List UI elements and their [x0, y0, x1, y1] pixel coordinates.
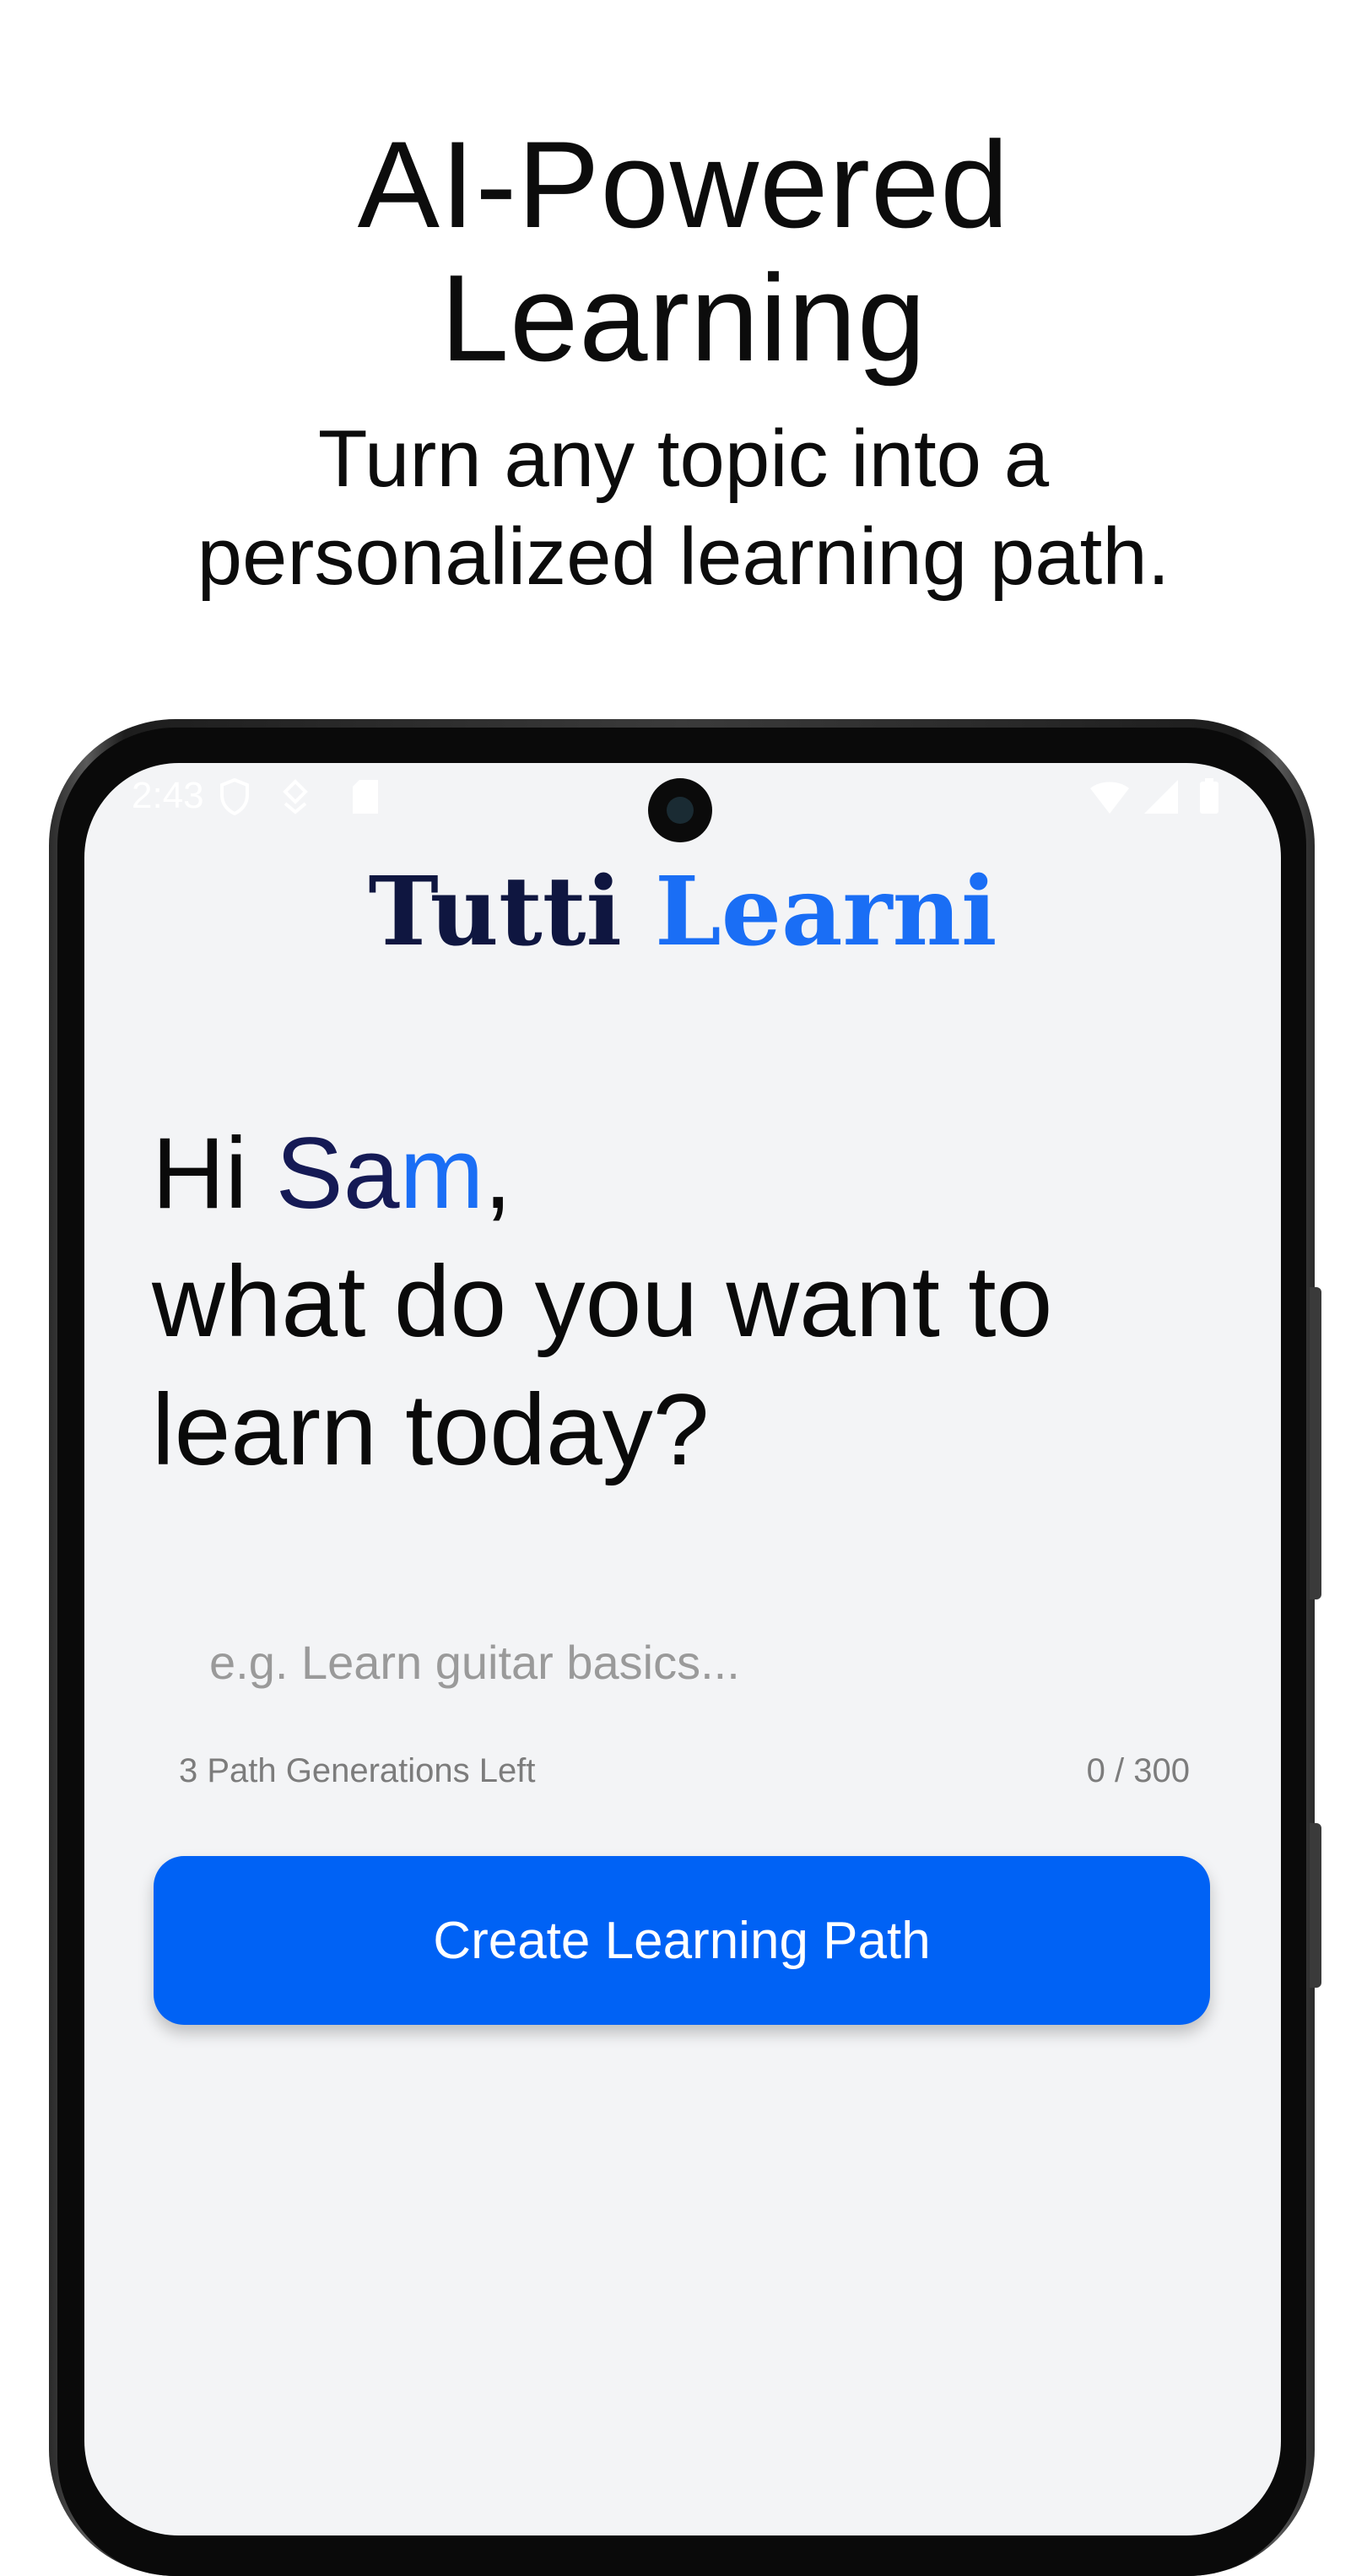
- power-button: [1310, 1823, 1321, 1988]
- app-logo: Tutti Learni: [84, 858, 1281, 967]
- greeting-line-2: what do you want to: [152, 1245, 1053, 1358]
- promo-subtitle-line-1: Turn any topic into a: [317, 414, 1050, 504]
- greeting-hi: Hi: [152, 1117, 276, 1230]
- front-camera: [648, 778, 712, 842]
- promo-title-line-2: Learning: [440, 249, 927, 387]
- character-counter: 0 / 300: [1086, 1752, 1190, 1789]
- wifi-icon: [1090, 782, 1129, 814]
- promo-title-line-1: AI-Powered: [357, 116, 1010, 253]
- input-helper-row: 3 Path Generations Left 0 / 300: [179, 1752, 1190, 1803]
- promo-subtitle: Turn any topic into a personalized learn…: [0, 410, 1367, 606]
- sim-card-icon: [353, 780, 378, 814]
- greeting-line-3: learn today?: [152, 1373, 710, 1486]
- topic-input[interactable]: [209, 1615, 1154, 1708]
- user-name-part-2: m: [399, 1117, 484, 1230]
- greeting-comma: ,: [484, 1117, 512, 1230]
- create-learning-path-button[interactable]: Create Learning Path: [154, 1856, 1210, 2025]
- shield-icon: [220, 778, 249, 815]
- phone-screen: 2:43 Tutti Learni Hi Sam, what do you wa…: [84, 763, 1281, 2535]
- promo-title: AI-Powered Learning: [0, 118, 1367, 385]
- status-time: 2:43: [132, 775, 204, 816]
- promo-subtitle-line-2: personalized learning path.: [197, 511, 1170, 602]
- battery-icon: [1200, 778, 1218, 814]
- generations-left-text: 3 Path Generations Left: [179, 1752, 536, 1789]
- greeting-heading: Hi Sam, what do you want to learn today?: [152, 1109, 1215, 1494]
- logo-text-tutti: Tutti: [368, 857, 655, 967]
- notification-icon: [283, 779, 308, 814]
- signal-icon: [1144, 780, 1178, 814]
- greeting-line-1: Hi Sam,: [152, 1109, 1215, 1237]
- volume-button: [1310, 1287, 1321, 1599]
- logo-text-learni: Learni: [654, 857, 997, 967]
- user-name-part-1: Sa: [275, 1117, 400, 1230]
